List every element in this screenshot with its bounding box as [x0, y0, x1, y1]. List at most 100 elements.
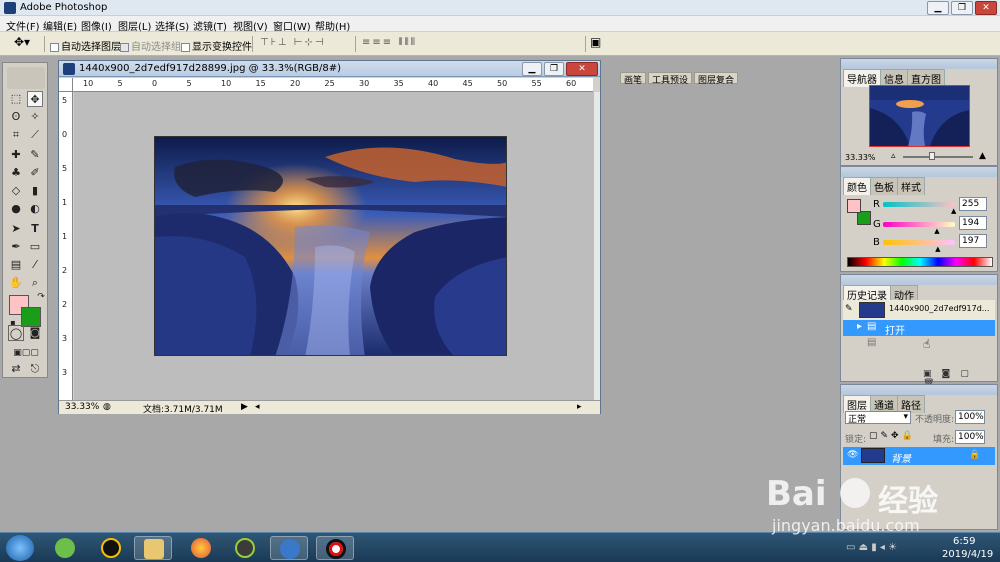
- history-marker-icon[interactable]: ▸: [857, 321, 862, 332]
- document-image[interactable]: [154, 136, 507, 356]
- dodge-tool-icon[interactable]: ◐: [27, 201, 43, 217]
- g-slider-handle[interactable]: ▲: [934, 227, 939, 235]
- document-title-bar[interactable]: 1440x900_2d7edf917d28899.jpg @ 33.3%(RGB…: [59, 61, 600, 77]
- marquee-tool-icon[interactable]: ⬚: [8, 91, 24, 107]
- zoom-in-icon[interactable]: ▲: [979, 151, 986, 161]
- align-buttons[interactable]: ⊤⊦⊥ ⊢⊹⊣: [260, 37, 326, 48]
- layer-row-background[interactable]: 👁 背景 🔒: [843, 447, 995, 465]
- zoom-out-icon[interactable]: ▵: [891, 151, 896, 161]
- show-transform-checkbox[interactable]: 显示变换控件: [181, 38, 252, 53]
- clone-stamp-icon[interactable]: ♣: [8, 165, 24, 181]
- palette-tab-layer-comps[interactable]: 图层复合: [694, 72, 739, 86]
- history-empty-row[interactable]: ▤ ☝: [843, 336, 995, 352]
- taskbar-app-photoshop[interactable]: [270, 536, 308, 560]
- move-tool-icon[interactable]: ✥: [27, 91, 43, 107]
- history-snapshot-row[interactable]: ✎ 1440x900_2d7edf917d...: [843, 300, 995, 320]
- restore-button[interactable]: ❐: [951, 1, 973, 15]
- taskbar-app-firefox[interactable]: [182, 536, 220, 560]
- menu-image[interactable]: 图像(I): [81, 18, 112, 33]
- clock-date[interactable]: 2019/4/19: [942, 549, 993, 560]
- menu-layer[interactable]: 图层(L): [118, 18, 151, 33]
- panel-header[interactable]: [841, 59, 997, 69]
- screen-mode-icons[interactable]: ▣▢▢: [6, 345, 46, 361]
- canvas-area[interactable]: [74, 92, 594, 400]
- doc-close-button[interactable]: ✕: [566, 62, 598, 76]
- pen-tool-icon[interactable]: ✒: [8, 239, 24, 255]
- healing-brush-icon[interactable]: ✚: [8, 147, 24, 163]
- swap-colors-icon[interactable]: ↷: [33, 289, 49, 305]
- fill-input[interactable]: 100%: [955, 430, 985, 444]
- distribute-buttons[interactable]: ≡≡≡ ⫴⫴⫴: [362, 37, 417, 48]
- feather-logo-icon[interactable]: [7, 67, 45, 89]
- menu-window[interactable]: 窗口(W): [273, 18, 311, 33]
- r-slider[interactable]: [883, 202, 955, 207]
- auto-select-layer-checkbox[interactable]: 自动选择图层: [50, 38, 121, 53]
- r-value[interactable]: 255: [959, 197, 987, 211]
- taskbar-app-media[interactable]: [226, 536, 264, 560]
- tab-color[interactable]: 颜色: [843, 177, 871, 195]
- b-slider-handle[interactable]: ▲: [935, 245, 940, 253]
- zoom-slider[interactable]: [903, 156, 973, 158]
- menu-file[interactable]: 文件(F): [6, 18, 40, 33]
- status-icon[interactable]: ◍: [103, 402, 111, 412]
- palette-tab-brushes[interactable]: 画笔: [620, 72, 647, 86]
- doc-minimize-button[interactable]: ▁: [522, 62, 542, 76]
- lasso-tool-icon[interactable]: ʘ: [8, 109, 24, 125]
- b-value[interactable]: 197: [959, 234, 987, 248]
- zoom-level[interactable]: 33.33%: [65, 402, 99, 412]
- vertical-scrollbar[interactable]: [594, 92, 600, 400]
- eyedropper-icon[interactable]: ⁄: [27, 257, 43, 273]
- close-button[interactable]: ✕: [975, 1, 997, 15]
- palette-well-icon[interactable]: ▣: [590, 35, 601, 49]
- taskbar-app-qq[interactable]: [92, 536, 130, 560]
- scroll-left-icon[interactable]: ◂: [255, 402, 260, 412]
- minimize-button[interactable]: ▁: [927, 1, 949, 15]
- b-slider[interactable]: [883, 240, 955, 245]
- navigator-zoom[interactable]: 33.33%: [845, 153, 876, 162]
- g-slider[interactable]: [883, 222, 955, 227]
- imageready-jump-icon[interactable]: ⇄: [8, 361, 24, 377]
- palette-tab-tool-presets[interactable]: 工具预设: [648, 72, 693, 86]
- ruler-origin[interactable]: [59, 78, 73, 92]
- menu-select[interactable]: 选择(S): [155, 18, 189, 33]
- history-state-open[interactable]: ▸ ▤ 打开: [843, 320, 995, 337]
- blur-tool-icon[interactable]: ●: [8, 201, 24, 217]
- tab-styles[interactable]: 样式: [897, 177, 925, 195]
- type-tool-icon[interactable]: T: [27, 221, 43, 237]
- history-brush-icon[interactable]: ✐: [27, 165, 43, 181]
- horizontal-ruler[interactable]: 10 5 0 5 10 15 20 25 30 35 40 45 50 55 60: [73, 78, 593, 92]
- standard-mode-icon[interactable]: ◯: [8, 325, 24, 341]
- start-button[interactable]: [6, 535, 34, 561]
- move-tool-preset-icon[interactable]: ✥▾: [14, 35, 30, 49]
- scroll-right-icon[interactable]: ▸: [577, 402, 582, 412]
- opacity-input[interactable]: 100%: [955, 410, 985, 424]
- brush-tool-icon[interactable]: ✎: [27, 147, 43, 163]
- status-menu-arrow-icon[interactable]: ▶: [241, 402, 248, 412]
- crop-tool-icon[interactable]: ⌗: [8, 127, 24, 143]
- taskbar-app-browser[interactable]: [46, 536, 84, 560]
- panel-header[interactable]: [841, 167, 997, 177]
- shape-tool-icon[interactable]: ▭: [27, 239, 43, 255]
- gradient-tool-icon[interactable]: ▮: [27, 183, 43, 199]
- snapshot-brush-icon[interactable]: ✎: [845, 304, 853, 314]
- jump-to-icon[interactable]: ⎋: [27, 361, 43, 377]
- zoom-slider-handle[interactable]: [929, 152, 935, 160]
- r-slider-handle[interactable]: ▲: [951, 207, 956, 215]
- color-spectrum-bar[interactable]: [847, 257, 993, 267]
- menu-filter[interactable]: 滤镜(T): [193, 18, 227, 33]
- menu-help[interactable]: 帮助(H): [315, 18, 350, 33]
- blend-mode-select[interactable]: 正常 ▾: [845, 411, 911, 425]
- auto-select-group-checkbox[interactable]: 自动选择组: [120, 38, 181, 53]
- taskbar-app-recorder[interactable]: [316, 536, 354, 560]
- g-value[interactable]: 194: [959, 216, 987, 230]
- tab-swatches[interactable]: 色板: [870, 177, 898, 195]
- menu-view[interactable]: 视图(V): [233, 18, 268, 33]
- color-panel-fg-swatch[interactable]: [847, 199, 861, 213]
- slice-tool-icon[interactable]: ⟋: [27, 127, 43, 143]
- notes-tool-icon[interactable]: ▤: [8, 257, 24, 273]
- tray-icons[interactable]: ▭ ⏏ ▮ ◂ ☀: [846, 542, 897, 553]
- vertical-ruler[interactable]: 5 0 5 1 1 2 2 3 3: [59, 92, 73, 400]
- navigator-thumbnail[interactable]: [869, 85, 970, 147]
- magic-wand-icon[interactable]: ✧: [27, 109, 43, 125]
- doc-restore-button[interactable]: ❐: [544, 62, 564, 76]
